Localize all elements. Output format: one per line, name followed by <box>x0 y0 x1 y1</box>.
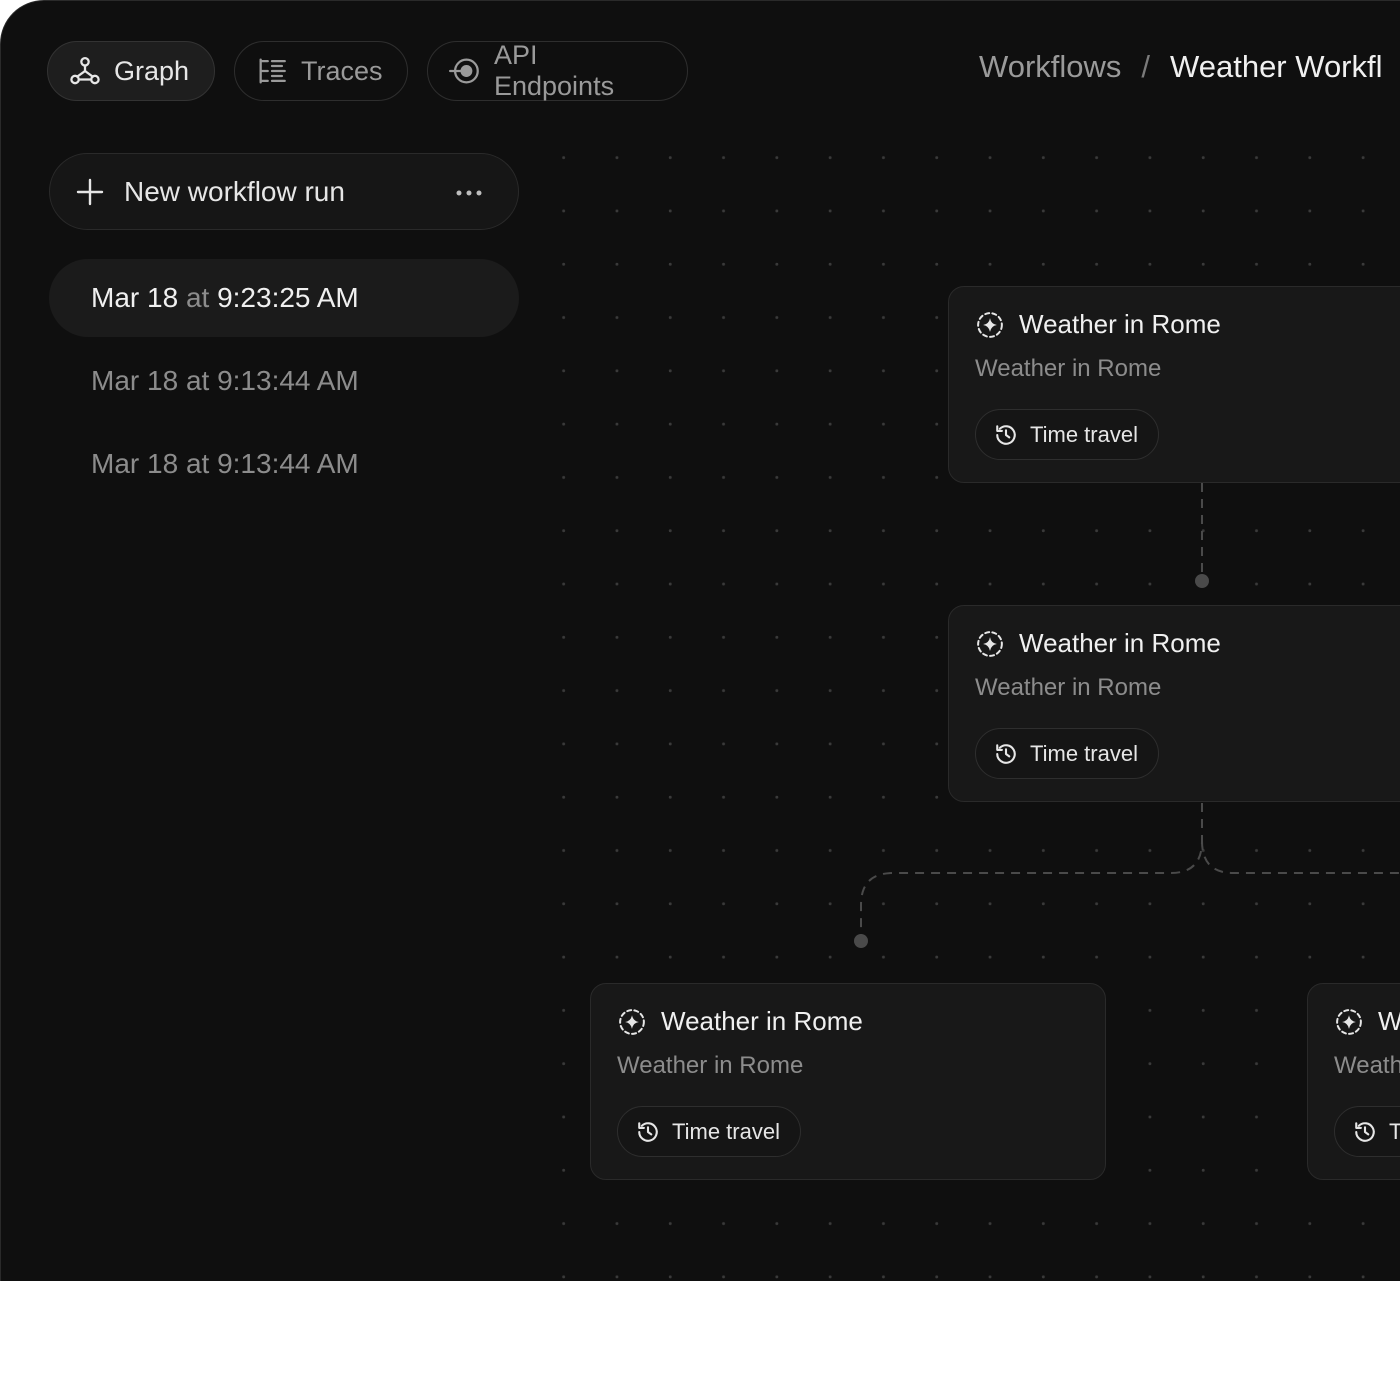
node-title: Weather in Rome <box>1334 1006 1400 1037</box>
run-date: Mar 18 <box>91 282 179 313</box>
node-subtitle: Weather in Rome <box>975 355 1162 382</box>
run-item[interactable]: Mar 18 at 9:13:44 AM <box>49 425 519 503</box>
time-travel-button[interactable]: Time travel <box>1334 1106 1400 1157</box>
node-title-text: Weather in Rome <box>1378 1006 1400 1036</box>
node-subtitle: Weather in Rome <box>617 1052 804 1079</box>
sparkle-node-icon <box>977 630 1003 657</box>
run-at: at <box>185 365 210 396</box>
breadcrumb: Workflows / Weather Workfl <box>979 49 1383 85</box>
app-window: Graph Traces API Endpoints Workflows / W… <box>0 0 1400 1281</box>
new-workflow-run-label: New workflow run <box>124 175 345 207</box>
time-travel-label: Time travel <box>1030 421 1138 447</box>
run-item[interactable]: Mar 18 at 9:13:44 AM <box>49 342 519 420</box>
sparkle-node-icon <box>1336 1008 1362 1035</box>
run-time: 9:23:25 AM <box>217 282 359 313</box>
node-subtitle: Weather in Rome <box>1334 1052 1400 1079</box>
tab-traces[interactable]: Traces <box>234 41 408 101</box>
tab-api-endpoints-label: API Endpoints <box>493 40 615 101</box>
run-date: Mar 18 <box>91 448 179 479</box>
workflow-node[interactable]: Weather in Rome Weather in Rome Time tra… <box>1307 983 1400 1180</box>
time-travel-label: Time travel <box>1389 1119 1400 1145</box>
history-icon <box>1355 1121 1375 1142</box>
history-icon <box>638 1121 658 1142</box>
node-title: Weather in Rome <box>617 1006 863 1037</box>
run-item[interactable]: Mar 18 at 9:23:25 AM <box>49 259 519 337</box>
history-icon <box>996 743 1016 764</box>
node-title: Weather in Rome <box>975 309 1221 340</box>
time-travel-button[interactable]: Time travel <box>617 1106 801 1157</box>
node-title-text: Weather in Rome <box>661 1006 863 1036</box>
tab-graph[interactable]: Graph <box>47 41 215 101</box>
sparkle-node-icon <box>977 311 1003 338</box>
run-time: 9:13:44 AM <box>217 448 359 479</box>
graph-icon <box>70 56 100 85</box>
breadcrumb-separator: / <box>1141 49 1151 84</box>
time-travel-button[interactable]: Time travel <box>975 409 1159 460</box>
tab-graph-label: Graph <box>114 55 190 86</box>
breadcrumb-current: Weather Workfl <box>1170 49 1383 84</box>
traces-icon <box>259 58 286 84</box>
breadcrumb-workflows[interactable]: Workflows <box>979 49 1121 85</box>
node-title-text: Weather in Rome <box>1019 628 1221 658</box>
workflow-node[interactable]: Weather in Rome Weather in Rome Time tra… <box>590 983 1106 1180</box>
time-travel-label: Time travel <box>672 1118 780 1144</box>
plus-icon <box>76 178 104 205</box>
tab-api-endpoints[interactable]: API Endpoints <box>427 40 688 101</box>
workflow-node[interactable]: Weather in Rome Weather in Rome Time tra… <box>948 605 1400 802</box>
time-travel-label: Time travel <box>1030 740 1138 766</box>
sparkle-node-icon <box>619 1008 645 1035</box>
workflow-node[interactable]: Weather in Rome Weather in Rome Time tra… <box>948 286 1400 483</box>
node-subtitle: Weather in Rome <box>975 674 1162 701</box>
run-at: at <box>185 282 210 313</box>
node-title-text: Weather in Rome <box>1019 309 1221 339</box>
node-title: Weather in Rome <box>975 628 1221 659</box>
run-date: Mar 18 <box>91 365 179 396</box>
new-workflow-run-button[interactable]: New workflow run <box>49 153 519 230</box>
history-icon <box>996 424 1016 445</box>
time-travel-button[interactable]: Time travel <box>975 728 1159 779</box>
tab-traces-label: Traces <box>301 55 383 86</box>
api-endpoints-icon <box>448 58 479 84</box>
run-time: 9:13:44 AM <box>217 365 359 396</box>
run-at: at <box>185 448 210 479</box>
more-horizontal-icon[interactable] <box>454 178 484 208</box>
